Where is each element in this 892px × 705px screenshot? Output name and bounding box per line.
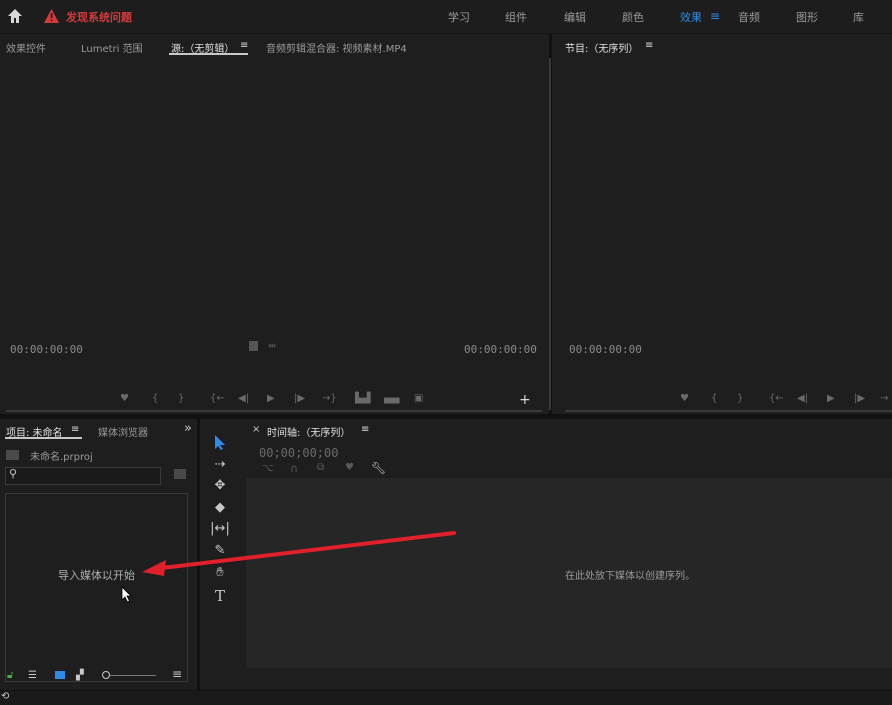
timeline-marker-icon[interactable]: ♥ (345, 462, 354, 473)
program-go-to-out-icon[interactable]: → (880, 393, 888, 404)
program-time-ruler[interactable] (565, 410, 892, 412)
active-tab-underline (169, 53, 248, 55)
program-panel-menu-icon[interactable]: ≡ (645, 40, 653, 51)
go-to-in-icon[interactable]: {← (210, 393, 225, 404)
workspace-learn[interactable]: 学习 (448, 9, 470, 25)
workspace-libraries[interactable]: 库 (853, 9, 864, 25)
more-panels-icon[interactable]: » (184, 421, 192, 436)
source-duration-timecode: 00:00:00:00 (464, 343, 537, 356)
source-monitor-panel (0, 34, 549, 414)
fit-dropdown-icon[interactable] (249, 341, 258, 351)
program-mark-in-icon[interactable]: { (711, 393, 717, 404)
annotation-arrow (142, 531, 456, 576)
type-tool-icon[interactable]: T (210, 587, 230, 605)
workspace-audio[interactable]: 音频 (738, 9, 760, 25)
program-step-back-icon[interactable]: ◀| (797, 393, 808, 404)
snap-icon[interactable]: ∩ (290, 462, 298, 475)
overwrite-icon[interactable]: ▄▄ (384, 393, 399, 404)
export-frame-icon[interactable]: ▣ (414, 393, 423, 404)
timeline-panel-menu-icon[interactable]: ≡ (361, 424, 369, 435)
freeform-view-icon[interactable]: ▞ (76, 670, 84, 681)
source-playhead-timecode[interactable]: 00:00:00:00 (10, 343, 83, 356)
zoom-slider-track[interactable] (110, 675, 156, 676)
step-forward-icon[interactable]: |▶ (294, 393, 305, 404)
home-icon[interactable] (6, 7, 24, 25)
source-scrollbar[interactable] (549, 58, 551, 410)
status-icon[interactable]: ⟲ (1, 691, 9, 702)
project-folder-icon (6, 450, 19, 460)
program-mark-out-icon[interactable]: } (737, 393, 743, 404)
razor-tool-icon[interactable]: ◆ (210, 500, 230, 518)
mark-in-icon[interactable]: { (152, 393, 158, 404)
workspace-editing[interactable]: 编辑 (564, 9, 586, 25)
settings-small-icon[interactable]: ⇹ (268, 341, 276, 352)
linked-selection-icon[interactable]: ⧉ (317, 462, 324, 473)
new-bin-icon[interactable] (174, 469, 186, 479)
project-search-input[interactable] (5, 467, 161, 485)
program-playhead-timecode[interactable]: 00:00:00:00 (569, 343, 642, 356)
sort-icon[interactable]: ≡ (172, 667, 182, 681)
workspace-assembly[interactable]: 组件 (505, 9, 527, 25)
import-media-hint[interactable]: 导入媒体以开始 (58, 567, 135, 583)
workspace-bar: 发现系统问题 学习 组件 编辑 颜色 效果 ≡ 音频 图形 库 (0, 0, 892, 34)
program-monitor-panel (552, 34, 892, 414)
ripple-edit-tool-icon[interactable]: ✥ (210, 478, 230, 496)
tab-lumetri-scopes[interactable]: Lumetri 范围 (81, 40, 143, 55)
insert-icon[interactable]: ▙▟ (355, 393, 370, 404)
status-bar (0, 690, 892, 705)
list-view-icon[interactable]: ☰ (28, 670, 37, 681)
project-panel-menu-icon[interactable]: ≡ (71, 424, 79, 435)
project-tab-underline (5, 437, 82, 439)
track-select-tool-icon[interactable]: ⇢ (210, 457, 230, 475)
workspace-menu-icon[interactable]: ≡ (710, 9, 720, 23)
program-step-forward-icon[interactable]: |▶ (854, 393, 865, 404)
tab-audio-clip-mixer[interactable]: 音频剪辑混合器: 视频素材.MP4 (266, 40, 407, 55)
selection-tool-icon[interactable] (213, 434, 227, 451)
program-go-to-in-icon[interactable]: {← (769, 393, 784, 404)
workspace-color[interactable]: 颜色 (622, 9, 644, 25)
project-media-area[interactable] (5, 493, 188, 682)
workspace-effects[interactable]: 效果 (680, 9, 702, 25)
timeline-drop-hint: 在此处放下媒体以创建序列。 (565, 571, 695, 582)
workspace-graphics[interactable]: 图形 (796, 9, 818, 25)
play-icon[interactable]: ▶ (267, 393, 275, 404)
wrench-icon[interactable]: 🔧︎ (371, 461, 386, 475)
warning-icon[interactable] (44, 9, 59, 23)
timeline-panel-title[interactable]: 时间轴:（无序列） (267, 424, 350, 439)
tab-media-browser[interactable]: 媒体浏览器 (98, 424, 148, 439)
go-to-out-icon[interactable]: →} (322, 393, 337, 404)
tab-effect-controls[interactable]: 效果控件 (6, 40, 46, 55)
nest-toggle-icon[interactable]: ⌥ (262, 463, 274, 474)
timeline-timecode[interactable]: 00;00;00;00 (259, 446, 338, 460)
source-panel-menu-icon[interactable]: ≡ (240, 40, 248, 51)
program-play-icon[interactable]: ▶ (827, 393, 835, 404)
program-panel-title[interactable]: 节目:（无序列） (565, 40, 638, 55)
lock-icon[interactable]: 🔓︎ (7, 670, 13, 681)
mouse-cursor-icon (121, 586, 132, 603)
mark-out-icon[interactable]: } (178, 393, 184, 404)
step-back-icon[interactable]: ◀| (238, 393, 249, 404)
timeline-close-icon[interactable]: × (252, 424, 260, 435)
source-time-ruler[interactable] (6, 410, 542, 412)
system-issue-link[interactable]: 发现系统问题 (66, 9, 132, 25)
icon-view-icon[interactable] (55, 671, 65, 679)
search-icon: ⚲ (9, 467, 18, 480)
program-add-marker-icon[interactable]: ♥ (680, 393, 689, 404)
add-marker-icon[interactable]: ♥ (120, 393, 129, 404)
zoom-slider-handle[interactable] (102, 671, 110, 679)
project-file-name: 未命名.prproj (30, 452, 93, 463)
button-editor-plus-icon[interactable]: + (519, 392, 531, 408)
